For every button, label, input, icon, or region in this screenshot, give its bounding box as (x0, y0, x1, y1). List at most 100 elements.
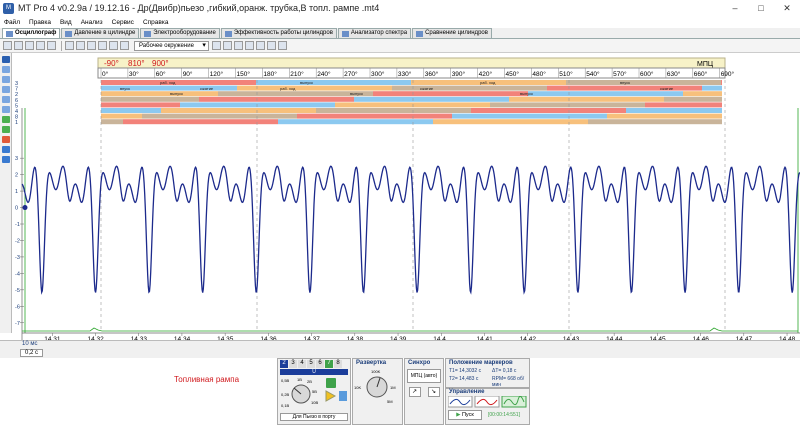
maximize-button[interactable]: □ (748, 0, 774, 16)
cylinder-phase-intake (180, 102, 335, 108)
efficiency-icon (224, 30, 232, 37)
refresh-icon[interactable] (211, 41, 221, 50)
channel-tab-4[interactable]: 4 (298, 360, 306, 368)
layout-grid-icon[interactable] (277, 41, 287, 50)
cylinder-phase-work (471, 108, 626, 113)
sweep-label-2: 1M (390, 385, 396, 390)
environment-dropdown[interactable]: Рабочее окружение (134, 40, 209, 51)
degree-tick-label: 0° (102, 70, 109, 78)
channel-knob-area: 0,5В 1В 2В 5В 10В 0,2В 0,1В (281, 377, 347, 408)
channel-tab-5[interactable]: 5 (307, 360, 315, 368)
pump-icon[interactable] (244, 41, 254, 50)
oscilloscope-chart[interactable]: -90° 810° 900° 0° 30° 60° 90° 120° 150° 180° 210° 2… (0, 53, 800, 340)
knob-label-4: 10В (311, 400, 318, 405)
tab-cylinder-efficiency[interactable]: Эффективность работы цилиндров (220, 28, 337, 38)
sync-falling-edge-icon[interactable]: ↘ (427, 387, 440, 397)
channel-tab-3[interactable]: 3 (289, 360, 297, 368)
sweep-knob-area: 100K 10K 1M 5M (354, 369, 396, 404)
zoom-selector[interactable]: 0,2 с (20, 349, 44, 357)
cylinder-phase-work (297, 113, 452, 119)
sync-rising-edge-icon[interactable]: ↗ (408, 387, 421, 397)
save-as-icon[interactable] (36, 41, 45, 50)
phase-label: сжатие (660, 86, 674, 91)
phase-label: впуск (620, 80, 630, 85)
channel-range-bar: U (280, 369, 348, 375)
tab-bar: Осциллограф Давление в цилиндре Электроо… (0, 28, 800, 39)
sync-title: Синхро (408, 360, 431, 366)
channel-zero-marker[interactable] (22, 205, 28, 211)
minimize-button[interactable]: – (722, 0, 748, 16)
start-button[interactable]: ▶ Пуск (448, 410, 482, 420)
menu-help[interactable]: Справка (143, 19, 169, 26)
new-file-icon[interactable] (3, 41, 12, 50)
channel-tab-8[interactable]: 8 (334, 360, 342, 368)
open-file-icon[interactable] (14, 41, 23, 50)
cylinder-phase-intake (528, 91, 683, 97)
phase-label: раб. ход (480, 80, 496, 85)
save-icon[interactable] (25, 41, 34, 50)
degree-tick-label: 690° (721, 70, 735, 78)
menu-edit[interactable]: Правка (29, 19, 51, 26)
cylinder-phase-work (101, 102, 180, 108)
tab-oscilloscope[interactable]: Осциллограф (2, 28, 61, 38)
cylinder-phase-work (547, 85, 702, 91)
comparison-icon (416, 30, 424, 37)
settings-grid-icon[interactable] (120, 41, 129, 50)
degree-tick-label: 540° (586, 70, 600, 78)
markers-panel: Положение маркеров T1= 14,3032 с T2= 14,… (445, 358, 530, 388)
channels-icon[interactable] (87, 41, 96, 50)
menu-view[interactable]: Вид (60, 19, 72, 26)
menu-file[interactable]: Файл (4, 19, 20, 26)
grid-icon[interactable] (65, 41, 74, 50)
cylinder-phase-intake (702, 85, 722, 91)
sweep-label-3: 5M (387, 399, 393, 404)
channel-tab-6[interactable]: 6 (316, 360, 324, 368)
close-button[interactable]: ✕ (774, 0, 800, 16)
cylinder-phase-intake (101, 108, 161, 113)
menu-analysis[interactable]: Анализ (81, 19, 103, 26)
play-channel-icon[interactable] (325, 390, 337, 402)
electrical-icon (144, 30, 152, 37)
sweep-label-0: 100K (371, 369, 381, 374)
tab-spectrum-analyzer[interactable]: Анализатор спектра (337, 28, 412, 38)
marker-3-label[interactable]: 900° (152, 59, 169, 68)
cylinder-phase-work (199, 96, 354, 102)
cylinder-phase-work (373, 91, 528, 97)
table-icon[interactable] (98, 41, 107, 50)
print-icon[interactable] (47, 41, 56, 50)
degree-tick-label: 570° (613, 70, 627, 78)
layout-icon[interactable] (76, 41, 85, 50)
cylinder-phase-intake (626, 108, 722, 113)
phase-label: раб. ход (280, 86, 296, 91)
help-icon[interactable] (266, 41, 276, 50)
marker-2-label[interactable]: 810° (128, 59, 145, 68)
filter-icon[interactable] (222, 41, 232, 50)
phase-label: выпуск (300, 80, 313, 85)
cylinder-phase-exhaust (316, 108, 471, 113)
degree-tick-label: 600° (640, 70, 654, 78)
channel-tab-7[interactable]: 7 (325, 360, 333, 368)
chart-icon[interactable] (109, 41, 118, 50)
cylinder-phase-intake (256, 80, 411, 85)
car-icon[interactable] (233, 41, 243, 50)
toolbar-separator (61, 40, 62, 51)
power-icon[interactable] (326, 378, 336, 388)
channel-tab-2[interactable]: 2 (280, 360, 288, 368)
degree-tick-label: 240° (317, 70, 331, 78)
cylinder-phase-intake (278, 119, 433, 125)
cylinder-phase-intake (452, 113, 607, 119)
channel-settings-icon[interactable] (339, 391, 347, 401)
y-tick-label: -4 (15, 271, 20, 277)
degree-tick-label: 420° (479, 70, 493, 78)
marker-1-label[interactable]: -90° (104, 59, 119, 68)
channel-mode-dropdown[interactable]: Для Пьезо в порту (280, 413, 348, 421)
tab-cylinder-pressure[interactable]: Давление в цилиндре (61, 28, 140, 38)
cylinder-phase-compression (683, 91, 722, 97)
tab-cylinder-comparison[interactable]: Сравнение цилиндров (412, 28, 492, 38)
menu-service[interactable]: Сервис (112, 19, 134, 26)
degree-tick-label: 300° (371, 70, 385, 78)
sync-mode-dropdown[interactable]: МПЦ (авто) (407, 369, 441, 383)
y-tick-label: -3 (15, 255, 20, 261)
tab-electrical[interactable]: Электрооборудование (140, 28, 220, 38)
wrench-icon[interactable] (255, 41, 265, 50)
